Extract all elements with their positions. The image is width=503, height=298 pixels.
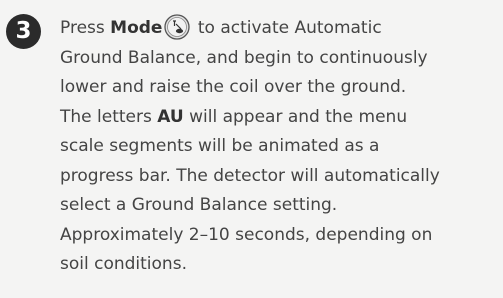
instruction-line-4: The letters AU will appear and the menu bbox=[60, 106, 408, 127]
instruction-line-8: Approximately 2–10 seconds, depending on bbox=[60, 224, 433, 245]
instruction-line-5: scale segments will be animated as a bbox=[60, 136, 380, 156]
instruction-line-7: select a Ground Balance setting. bbox=[60, 195, 338, 215]
instruction-line-3: lower and raise the coil over the ground… bbox=[60, 77, 407, 97]
instruction-line-1: Press Mode to activate Automatic bbox=[60, 14, 500, 44]
mode-button-icon bbox=[164, 14, 191, 40]
instruction-line-2: Ground Balance, and begin to continuousl… bbox=[60, 47, 428, 68]
instruction-step: 3 Press Mode to activate Automatic Groun… bbox=[0, 0, 503, 298]
step-number-badge: 3 bbox=[6, 14, 41, 49]
step-instruction-text: Press Mode to activate Automatic Ground … bbox=[60, 14, 500, 280]
instruction-line-6: progress bar. The detector will automati… bbox=[60, 165, 440, 186]
au-indicator-label: AU bbox=[157, 106, 184, 127]
instruction-line-9: soil conditions. bbox=[60, 254, 187, 274]
mode-button-label: Mode bbox=[110, 18, 163, 38]
